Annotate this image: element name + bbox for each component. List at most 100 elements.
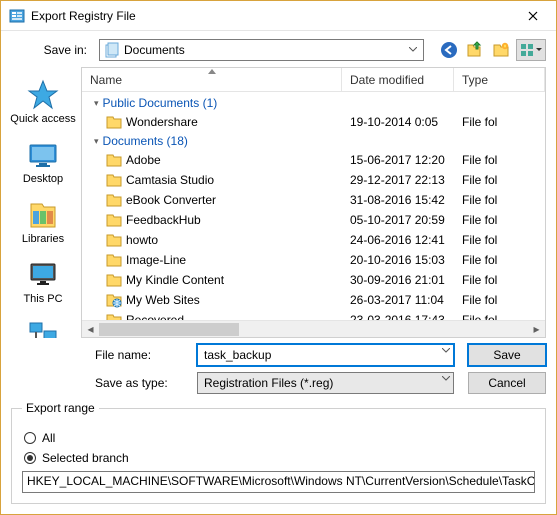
file-date: 29-12-2017 22:13	[350, 173, 462, 187]
network-icon	[27, 319, 59, 338]
export-range-group: Export range All Selected branch HKEY_LO…	[11, 408, 546, 504]
file-row[interactable]: Wondershare19-10-2014 0:05File fol	[82, 112, 545, 132]
place-network[interactable]: Network	[8, 313, 78, 338]
group-header[interactable]: Documents (18)	[82, 132, 545, 150]
folder-icon	[106, 114, 122, 130]
file-name: FeedbackHub	[126, 213, 350, 227]
column-headers: Name Date modified Type	[82, 68, 545, 92]
place-label: Desktop	[23, 173, 63, 185]
file-name: Camtasia Studio	[126, 173, 350, 187]
place-label: Quick access	[10, 113, 75, 125]
chevron-down-icon	[442, 376, 450, 382]
folder-icon	[106, 272, 122, 288]
file-type: File fol	[462, 115, 545, 129]
place-libraries[interactable]: Libraries	[8, 193, 78, 251]
file-type: File fol	[462, 313, 545, 320]
file-type: File fol	[462, 273, 545, 287]
file-name: Recovered	[126, 313, 350, 320]
folder-icon	[106, 212, 122, 228]
scroll-right-arrow[interactable]: ▸	[528, 321, 545, 338]
chevron-down-icon	[405, 42, 421, 58]
file-date: 15-06-2017 12:20	[350, 153, 462, 167]
file-name: My Web Sites	[126, 293, 350, 307]
file-date: 23-03-2016 17:43	[350, 313, 462, 320]
file-row[interactable]: My Kindle Content30-09-2016 21:01File fo…	[82, 270, 545, 290]
back-button[interactable]	[438, 39, 460, 61]
file-type: File fol	[462, 213, 545, 227]
close-button[interactable]	[510, 1, 556, 31]
savein-label: Save in:	[11, 43, 93, 57]
file-type: File fol	[462, 253, 545, 267]
file-row[interactable]: FeedbackHub05-10-2017 20:59File fol	[82, 210, 545, 230]
regedit-icon	[9, 8, 25, 24]
savein-row: Save in: Documents	[1, 31, 556, 67]
file-row[interactable]: eBook Converter31-08-2016 15:42File fol	[82, 190, 545, 210]
place-quick-access[interactable]: Quick access	[8, 73, 78, 131]
export-registry-dialog: Export Registry File Save in: Documents	[0, 0, 557, 515]
file-row[interactable]: howto24-06-2016 12:41File fol	[82, 230, 545, 250]
radio-icon	[24, 452, 36, 464]
file-type: File fol	[462, 293, 545, 307]
sort-asc-icon	[208, 69, 216, 74]
export-range-legend: Export range	[22, 401, 99, 415]
file-date: 05-10-2017 20:59	[350, 213, 462, 227]
file-date: 26-03-2017 11:04	[350, 293, 462, 307]
column-date[interactable]: Date modified	[342, 68, 454, 91]
saveastype-label: Save as type:	[95, 376, 191, 390]
filename-label: File name:	[95, 348, 191, 362]
file-name: eBook Converter	[126, 193, 350, 207]
file-date: 30-09-2016 21:01	[350, 273, 462, 287]
documents-icon	[104, 42, 120, 58]
branch-path-input[interactable]: HKEY_LOCAL_MACHINE\SOFTWARE\Microsoft\Wi…	[22, 471, 535, 493]
radio-icon	[24, 432, 36, 444]
file-date: 24-06-2016 12:41	[350, 233, 462, 247]
file-row[interactable]: Recovered23-03-2016 17:43File fol	[82, 310, 545, 320]
up-one-level-button[interactable]	[464, 39, 486, 61]
quick-access-icon	[27, 79, 59, 111]
file-row[interactable]: My Web Sites26-03-2017 11:04File fol	[82, 290, 545, 310]
radio-all[interactable]: All	[24, 431, 535, 445]
file-type: File fol	[462, 193, 545, 207]
titlebar: Export Registry File	[1, 1, 556, 31]
folder-icon	[106, 252, 122, 268]
cancel-button[interactable]: Cancel	[468, 372, 546, 394]
libraries-icon	[27, 199, 59, 231]
file-list-body[interactable]: Public Documents (1)Wondershare19-10-201…	[82, 92, 545, 320]
desktop-icon	[27, 139, 59, 171]
folder-icon	[106, 292, 122, 308]
scroll-thumb[interactable]	[99, 323, 239, 336]
file-row[interactable]: Adobe15-06-2017 12:20File fol	[82, 150, 545, 170]
column-name[interactable]: Name	[82, 68, 342, 91]
file-type: File fol	[462, 233, 545, 247]
group-header[interactable]: Public Documents (1)	[82, 94, 545, 112]
file-name: Image-Line	[126, 253, 350, 267]
folder-icon	[106, 152, 122, 168]
file-name: Wondershare	[126, 115, 350, 129]
place-label: This PC	[23, 293, 62, 305]
file-row[interactable]: Camtasia Studio29-12-2017 22:13File fol	[82, 170, 545, 190]
folder-icon	[106, 172, 122, 188]
saveastype-combo[interactable]: Registration Files (*.reg)	[197, 372, 454, 394]
file-row[interactable]: Image-Line20-10-2016 15:03File fol	[82, 250, 545, 270]
new-folder-button[interactable]	[490, 39, 512, 61]
chevron-down-icon	[442, 348, 450, 354]
file-name: My Kindle Content	[126, 273, 350, 287]
view-icon	[520, 43, 534, 57]
column-type[interactable]: Type	[454, 68, 545, 91]
file-date: 19-10-2014 0:05	[350, 115, 462, 129]
savein-combo[interactable]: Documents	[99, 39, 424, 61]
radio-selected-branch[interactable]: Selected branch	[24, 451, 535, 465]
horizontal-scrollbar[interactable]: ◂ ▸	[82, 320, 545, 337]
filename-input[interactable]: task_backup	[197, 344, 454, 366]
view-menu-button[interactable]	[516, 39, 546, 61]
file-name: Adobe	[126, 153, 350, 167]
file-type: File fol	[462, 173, 545, 187]
folder-icon	[106, 312, 122, 320]
chevron-down-icon	[536, 48, 542, 52]
file-type: File fol	[462, 153, 545, 167]
place-this-pc[interactable]: This PC	[8, 253, 78, 311]
file-date: 31-08-2016 15:42	[350, 193, 462, 207]
scroll-left-arrow[interactable]: ◂	[82, 321, 99, 338]
place-desktop[interactable]: Desktop	[8, 133, 78, 191]
save-button[interactable]: Save	[468, 344, 546, 366]
